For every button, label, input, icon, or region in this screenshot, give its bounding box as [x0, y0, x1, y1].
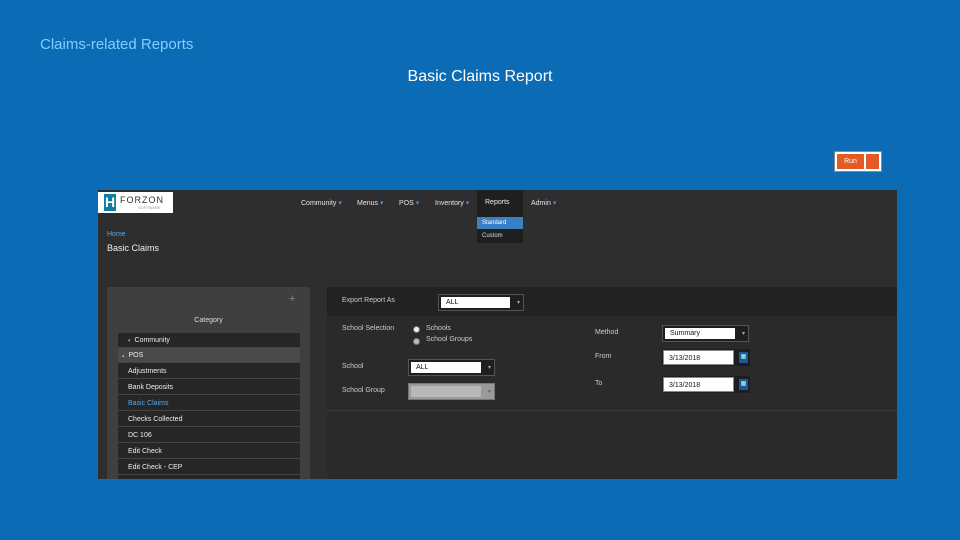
- tree-item-checks-collected[interactable]: Checks Collected: [118, 412, 300, 427]
- slide-subtitle: Claims-related Reports: [40, 36, 194, 53]
- form-divider: [327, 410, 897, 411]
- radio-schools-label: Schools: [426, 325, 451, 332]
- page-title: Basic Claims: [107, 243, 160, 253]
- to-date-field: 3/13/2018 ▦: [662, 376, 750, 393]
- breadcrumb-home[interactable]: Home: [107, 231, 126, 238]
- nav-community[interactable]: Community ▾: [301, 199, 342, 207]
- chevron-down-icon: ▾: [516, 300, 520, 306]
- chevron-down-icon: ▾: [415, 200, 420, 207]
- nav-admin[interactable]: Admin ▾: [531, 199, 556, 207]
- plus-icon[interactable]: +: [289, 293, 295, 305]
- from-date-input[interactable]: 3/13/2018: [663, 350, 734, 365]
- export-bar: [327, 287, 897, 316]
- logo-brand: FORZON: [120, 195, 164, 205]
- tree-group-pos[interactable]: ▴ POS: [118, 348, 300, 363]
- to-label: To: [595, 380, 603, 387]
- school-select[interactable]: ALL ▾: [408, 359, 495, 376]
- reports-dropdown-menu: Standard Custom: [477, 216, 523, 243]
- app-window: H FORZON SOFTWARE Community ▾ Menus ▾ POS ▾…: [98, 190, 897, 479]
- tree-item-dc-106[interactable]: DC 106: [118, 428, 300, 443]
- tree-item-bank-deposits[interactable]: Bank Deposits: [118, 380, 300, 395]
- chevron-down-icon: ▾: [552, 200, 557, 207]
- horizon-logo[interactable]: H FORZON SOFTWARE: [98, 192, 173, 213]
- tree-item-basic-claims[interactable]: Basic Claims: [118, 396, 300, 411]
- from-label: From: [595, 353, 612, 360]
- chevron-down-icon: ▾: [338, 200, 342, 207]
- logo-mark: H: [104, 194, 116, 211]
- run-button[interactable]: Run: [837, 154, 864, 169]
- radio-school-groups-label: School Groups: [426, 336, 473, 343]
- chevron-down-icon: ▾: [380, 200, 384, 207]
- from-date-field: 3/13/2018 ▦: [662, 349, 750, 366]
- caret-up-icon: ▴: [122, 353, 125, 359]
- method-label: Method: [595, 329, 619, 336]
- radio-school-groups[interactable]: [413, 338, 420, 345]
- category-label: Category: [194, 317, 223, 324]
- school-group-select: ▾: [408, 383, 495, 400]
- school-label: School: [342, 363, 364, 370]
- nav-pos[interactable]: POS ▾: [399, 199, 419, 207]
- run-button-group: Run: [834, 151, 882, 172]
- chevron-down-icon: ▾: [465, 200, 470, 207]
- report-form: Export Report As ALL ▾ School Selection …: [327, 287, 897, 479]
- tree-group-community[interactable]: ▾ Community: [118, 333, 300, 348]
- tree-item-adjustments[interactable]: Adjustments: [118, 364, 300, 379]
- chevron-down-icon: ▾: [487, 389, 491, 395]
- radio-schools[interactable]: [413, 326, 420, 333]
- export-label: Export Report As: [342, 297, 395, 304]
- menu-item-standard[interactable]: Standard: [477, 217, 523, 229]
- calendar-icon[interactable]: ▦: [739, 352, 748, 363]
- slide-title: Basic Claims Report: [407, 68, 553, 85]
- method-select[interactable]: Summary ▾: [662, 325, 749, 342]
- category-panel: + Category ▾ Community ▴ POS Adjustments B…: [107, 287, 310, 479]
- school-group-label: School Group: [342, 387, 385, 394]
- run-dropdown-toggle[interactable]: [866, 154, 879, 169]
- chevron-down-icon: ▾: [487, 365, 491, 371]
- tree-item-edit-check[interactable]: Edit Check: [118, 444, 300, 459]
- nav-inventory[interactable]: Inventory ▾: [435, 199, 469, 207]
- chevron-down-icon: ▾: [741, 331, 745, 337]
- calendar-icon[interactable]: ▦: [739, 379, 748, 390]
- school-selection-label: School Selection: [342, 325, 395, 332]
- tree-item-edit-check-cep[interactable]: Edit Check - CEP: [118, 460, 300, 475]
- logo-tagline: SOFTWARE: [138, 205, 161, 210]
- nav-menus[interactable]: Menus ▾: [357, 199, 384, 207]
- caret-down-icon: ▾: [128, 338, 131, 344]
- export-select[interactable]: ALL ▾: [438, 294, 524, 311]
- to-date-input[interactable]: 3/13/2018: [663, 377, 734, 392]
- nav-reports[interactable]: Reports: [477, 190, 523, 217]
- menu-item-custom[interactable]: Custom: [477, 230, 523, 242]
- category-tree: ▾ Community ▴ POS Adjustments Bank Deposit…: [118, 333, 300, 479]
